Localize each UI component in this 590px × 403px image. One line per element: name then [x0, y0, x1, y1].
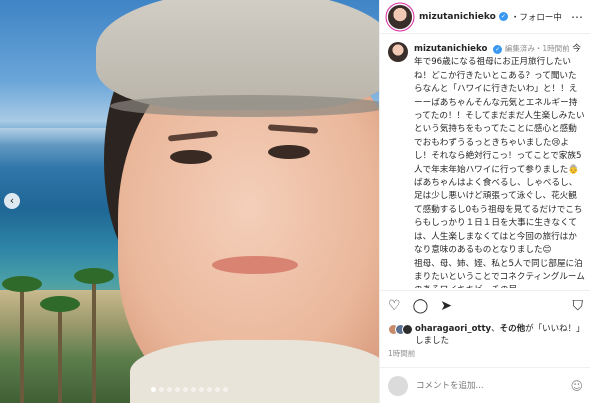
comment-bar: ☺ — [380, 367, 590, 403]
viewer-avatar — [388, 375, 408, 396]
author-avatar[interactable] — [388, 4, 412, 29]
carousel-dots — [0, 377, 379, 396]
following-button[interactable]: ・フォロー中 — [511, 11, 562, 23]
action-bar: ♡ ◯ ➤ ⛉ — [380, 290, 590, 320]
heart-icon[interactable]: ♡ — [388, 298, 401, 314]
palm-frond — [2, 276, 42, 292]
emoji-icon[interactable]: ☺ — [570, 379, 583, 393]
likes-separator: 、 — [491, 324, 500, 334]
caption-meta: 編集済み・1時間前 — [504, 44, 570, 53]
cap — [96, 0, 379, 110]
comment-input[interactable] — [416, 380, 546, 391]
carousel-dot — [215, 387, 220, 392]
post-timestamp[interactable]: 1時間前 — [388, 348, 415, 359]
carousel-dot — [223, 387, 228, 392]
verified-icon: ✓ — [498, 12, 508, 21]
post-photo: ‹ — [0, 0, 379, 403]
post-header: mizutanichieko ✓ ・フォロー中 ⋯ — [380, 0, 590, 34]
eye-right — [268, 145, 310, 159]
liker-avatars — [388, 324, 413, 336]
carousel-dot — [207, 387, 212, 392]
post-side-panel: mizutanichieko ✓ ・フォロー中 ⋯ mizutanichieko… — [379, 0, 590, 403]
liker-username[interactable]: oharagaori_otty — [415, 324, 491, 334]
verified-icon: ✓ — [493, 45, 503, 54]
eye-left — [170, 150, 212, 164]
likes-summary: oharagaori_otty、その他が「いいね！」しました — [388, 323, 588, 347]
carousel-prev-button[interactable]: ‹ — [4, 193, 20, 209]
carousel-dot — [191, 387, 196, 392]
carousel-dot — [167, 387, 172, 392]
likes-text: oharagaori_otty、その他が「いいね！」しました — [415, 323, 588, 347]
palm-frond — [74, 268, 114, 284]
author-username[interactable]: mizutanichieko — [419, 12, 496, 22]
carousel-dot — [199, 387, 204, 392]
caption-body: mizutanichieko ✓ 編集済み・1時間前 今年で96歳になる祖母にお… — [414, 42, 585, 288]
bookmark-icon[interactable]: ⛉ — [573, 298, 584, 314]
palm-frond — [40, 296, 80, 312]
lips — [212, 256, 298, 274]
more-icon[interactable]: ⋯ — [571, 10, 584, 24]
share-icon[interactable]: ➤ — [440, 298, 452, 314]
likes-others-link[interactable]: その他 — [500, 324, 526, 334]
carousel-dot — [175, 387, 180, 392]
caption-username[interactable]: mizutanichieko — [414, 44, 487, 54]
caption-text: 今年で96歳になる祖母にお正月旅行したいね！どこか行きたいとこある？って聞いたら… — [414, 44, 585, 288]
carousel-dot — [151, 387, 156, 392]
caption: mizutanichieko ✓ 編集済み・1時間前 今年で96歳になる祖母にお… — [388, 42, 585, 288]
cap-brim — [110, 95, 379, 117]
comment-icon[interactable]: ◯ — [413, 298, 429, 314]
carousel-dot — [183, 387, 188, 392]
carousel-dot — [159, 387, 164, 392]
caption-avatar[interactable] — [388, 42, 408, 62]
avatar — [402, 324, 413, 335]
